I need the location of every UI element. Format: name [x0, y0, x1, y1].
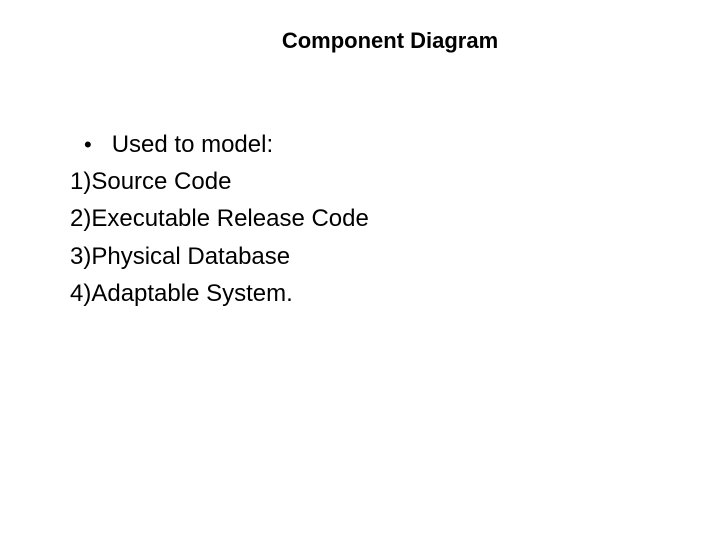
list-item: 1)Source Code	[70, 163, 650, 200]
list-item: 4)Adaptable System.	[70, 275, 650, 312]
list-item: 3)Physical Database	[70, 238, 650, 275]
bullet-text: Used to model:	[112, 126, 273, 163]
bullet-item: • Used to model:	[70, 126, 650, 163]
bullet-marker: •	[84, 128, 92, 162]
slide-title: Component Diagram	[130, 28, 650, 54]
slide-content: • Used to model: 1)Source Code 2)Executa…	[70, 126, 650, 312]
slide-container: Component Diagram • Used to model: 1)Sou…	[0, 0, 720, 540]
list-item: 2)Executable Release Code	[70, 200, 650, 237]
